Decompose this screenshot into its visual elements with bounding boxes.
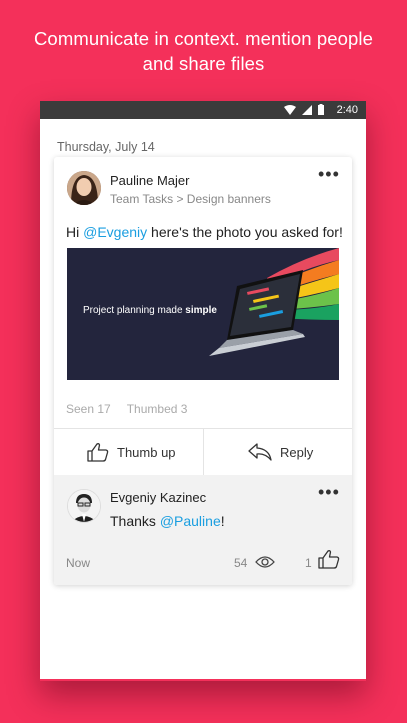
post-message: Hi @Evgeniy here's the photo you asked f…	[66, 224, 343, 240]
app-screen: Thursday, July 14 Pauline Majer Team Tas…	[40, 119, 366, 679]
reply-author[interactable]: Evgeniy Kazinec	[110, 490, 206, 505]
eye-icon[interactable]	[255, 555, 275, 569]
banner-caption: Project planning made simple	[83, 305, 217, 316]
post-card: Pauline Majer Team Tasks > Design banner…	[54, 157, 352, 585]
thumb-up-button[interactable]: Thumb up	[87, 429, 176, 475]
thumbed-count[interactable]: Thumbed 3	[127, 402, 188, 416]
reply-label: Reply	[280, 444, 314, 460]
thumb-up-icon[interactable]	[318, 549, 340, 569]
avatar[interactable]	[67, 489, 101, 523]
seen-count[interactable]: Seen 17	[66, 402, 111, 416]
headline-line-1: Communicate in context. mention people	[33, 28, 374, 49]
headline-line-2: and share files	[142, 53, 265, 74]
wifi-icon	[284, 104, 296, 115]
more-icon[interactable]: •••	[318, 483, 340, 501]
battery-icon	[318, 104, 324, 115]
likes-count: 1	[305, 556, 312, 570]
post-context-breadcrumb[interactable]: Team Tasks > Design banners	[110, 192, 271, 206]
post-stats: Seen 17 Thumbed 3	[66, 402, 187, 416]
message-text: Thanks	[110, 513, 160, 529]
more-icon[interactable]: •••	[318, 165, 340, 183]
reply-item: Evgeniy Kazinec ••• Thanks @Pauline! Now…	[54, 475, 352, 585]
mention-link[interactable]: @Pauline	[160, 513, 221, 529]
signal-icon	[302, 104, 312, 115]
reply-icon	[248, 443, 272, 461]
reply-time: Now	[66, 556, 91, 570]
message-text: !	[220, 513, 225, 529]
avatar[interactable]	[67, 171, 101, 205]
feed-date: Thursday, July 14	[57, 140, 155, 154]
reply-message: Thanks @Pauline!	[110, 513, 225, 529]
post-author[interactable]: Pauline Majer	[110, 173, 190, 188]
mention-link[interactable]: @Evgeniy	[83, 224, 147, 240]
attached-image[interactable]: Project planning made simple	[67, 248, 339, 380]
reply-button[interactable]: Reply	[248, 429, 313, 475]
banner-caption-text: Project planning made	[83, 305, 186, 316]
message-text: Hi	[66, 224, 84, 240]
status-bar: 2:40	[40, 101, 366, 119]
banner-caption-bold: simple	[185, 305, 217, 316]
headline: Communicate in context. mention people a…	[0, 26, 407, 76]
divider	[203, 429, 204, 475]
message-text: here's the photo you asked for!	[147, 224, 343, 240]
status-time: 2:40	[336, 104, 358, 116]
views-count: 54	[234, 556, 248, 570]
thumb-up-icon	[87, 443, 109, 462]
thumb-up-label: Thumb up	[117, 444, 176, 460]
